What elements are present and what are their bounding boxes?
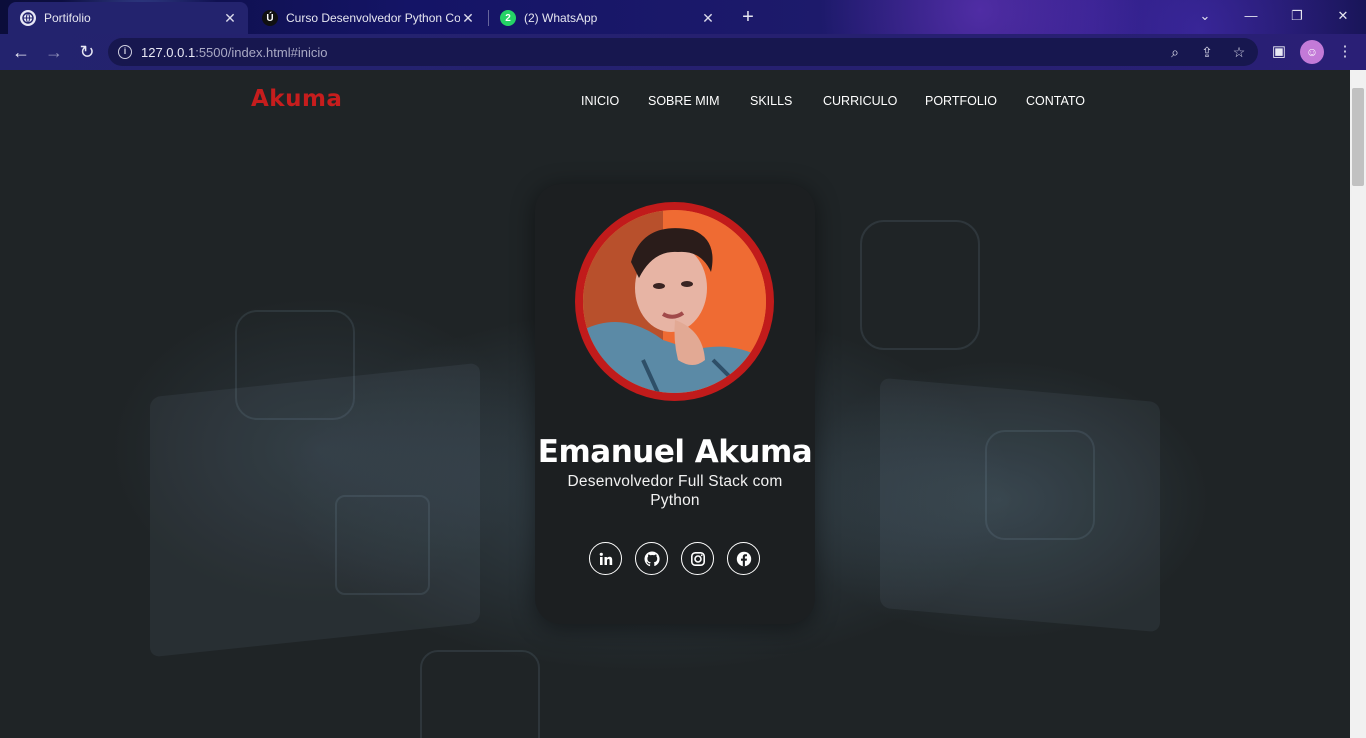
reload-icon[interactable]: ↻ [75, 40, 99, 64]
new-tab-button[interactable]: + [736, 5, 760, 29]
instagram-icon[interactable] [681, 542, 714, 575]
address-bar[interactable]: i 127.0.0.1:5500/index.html#inicio ⌕ ⇪ ☆ [108, 38, 1258, 66]
side-panel-icon[interactable]: ▣ [1267, 40, 1291, 64]
nav-portfolio[interactable]: PORTFOLIO [925, 94, 997, 108]
zoom-icon[interactable]: ⌕ [1166, 43, 1184, 61]
site-info-icon[interactable]: i [118, 45, 132, 59]
profile-avatar[interactable]: ☺ [1300, 40, 1324, 64]
camera-icon-decoration [420, 650, 540, 738]
github-icon[interactable] [635, 542, 668, 575]
whatsapp-icon: 2 [500, 10, 516, 26]
profile-name: Emanuel Akuma [537, 434, 813, 470]
close-tab-icon[interactable]: ✕ [460, 10, 476, 27]
tab-portifolio[interactable]: Portifolio ✕ [8, 2, 248, 34]
minimize-button[interactable]: — [1228, 0, 1274, 32]
tab-title: Portifolio [44, 11, 91, 25]
restore-button[interactable]: ❐ [1274, 0, 1320, 32]
nav-contato[interactable]: CONTATO [1026, 94, 1085, 108]
nav-sobre-mim[interactable]: SOBRE MIM [648, 94, 720, 108]
facebook-icon[interactable] [727, 542, 760, 575]
close-tab-icon[interactable]: ✕ [222, 10, 238, 27]
globe-icon [20, 10, 36, 26]
laptop-screen-decoration [150, 362, 480, 658]
profile-photo [575, 202, 774, 401]
home-icon-decoration [860, 220, 980, 350]
page-viewport: Akuma INICIO SOBRE MIM SKILLS CURRICULO … [0, 70, 1350, 738]
tab-title: Curso Desenvolvedor Python Co [286, 11, 460, 25]
profile-icon-decoration [985, 430, 1095, 540]
close-window-button[interactable]: ✕ [1320, 0, 1366, 32]
tab-curso-python[interactable]: Ú Curso Desenvolvedor Python Co ✕ [250, 2, 486, 34]
bookmark-star-icon[interactable]: ☆ [1230, 43, 1248, 61]
tab-whatsapp[interactable]: 2 (2) WhatsApp ✕ [488, 2, 726, 34]
chrome-menu-icon[interactable]: ⋮ [1333, 40, 1357, 64]
linkedin-icon[interactable] [589, 542, 622, 575]
udemy-icon: Ú [262, 10, 278, 26]
share-icon[interactable]: ⇪ [1198, 43, 1216, 61]
nav-inicio[interactable]: INICIO [581, 94, 619, 108]
profile-card: Emanuel Akuma Desenvolvedor Full Stack c… [535, 184, 815, 624]
tab-title: (2) WhatsApp [524, 11, 598, 25]
profile-role: Desenvolvedor Full Stack com Python [567, 473, 783, 509]
nav-curriculo[interactable]: CURRICULO [823, 94, 897, 108]
social-links [589, 542, 761, 576]
back-icon[interactable]: ← [9, 40, 33, 64]
user-card-decoration [335, 495, 430, 595]
forward-icon[interactable]: → [42, 40, 66, 64]
scrollbar-thumb[interactable] [1352, 88, 1364, 186]
tab-search-icon[interactable]: ⌄ [1182, 0, 1228, 32]
browser-toolbar: ← → ↻ i 127.0.0.1:5500/index.html#inicio… [0, 34, 1366, 70]
close-tab-icon[interactable]: ✕ [700, 10, 716, 27]
nav-skills[interactable]: SKILLS [750, 94, 792, 108]
url-text: 127.0.0.1:5500/index.html#inicio [141, 44, 328, 60]
browser-tab-bar: Portifolio ✕ Ú Curso Desenvolvedor Pytho… [0, 0, 1366, 34]
brand-logo[interactable]: Akuma [251, 86, 342, 112]
